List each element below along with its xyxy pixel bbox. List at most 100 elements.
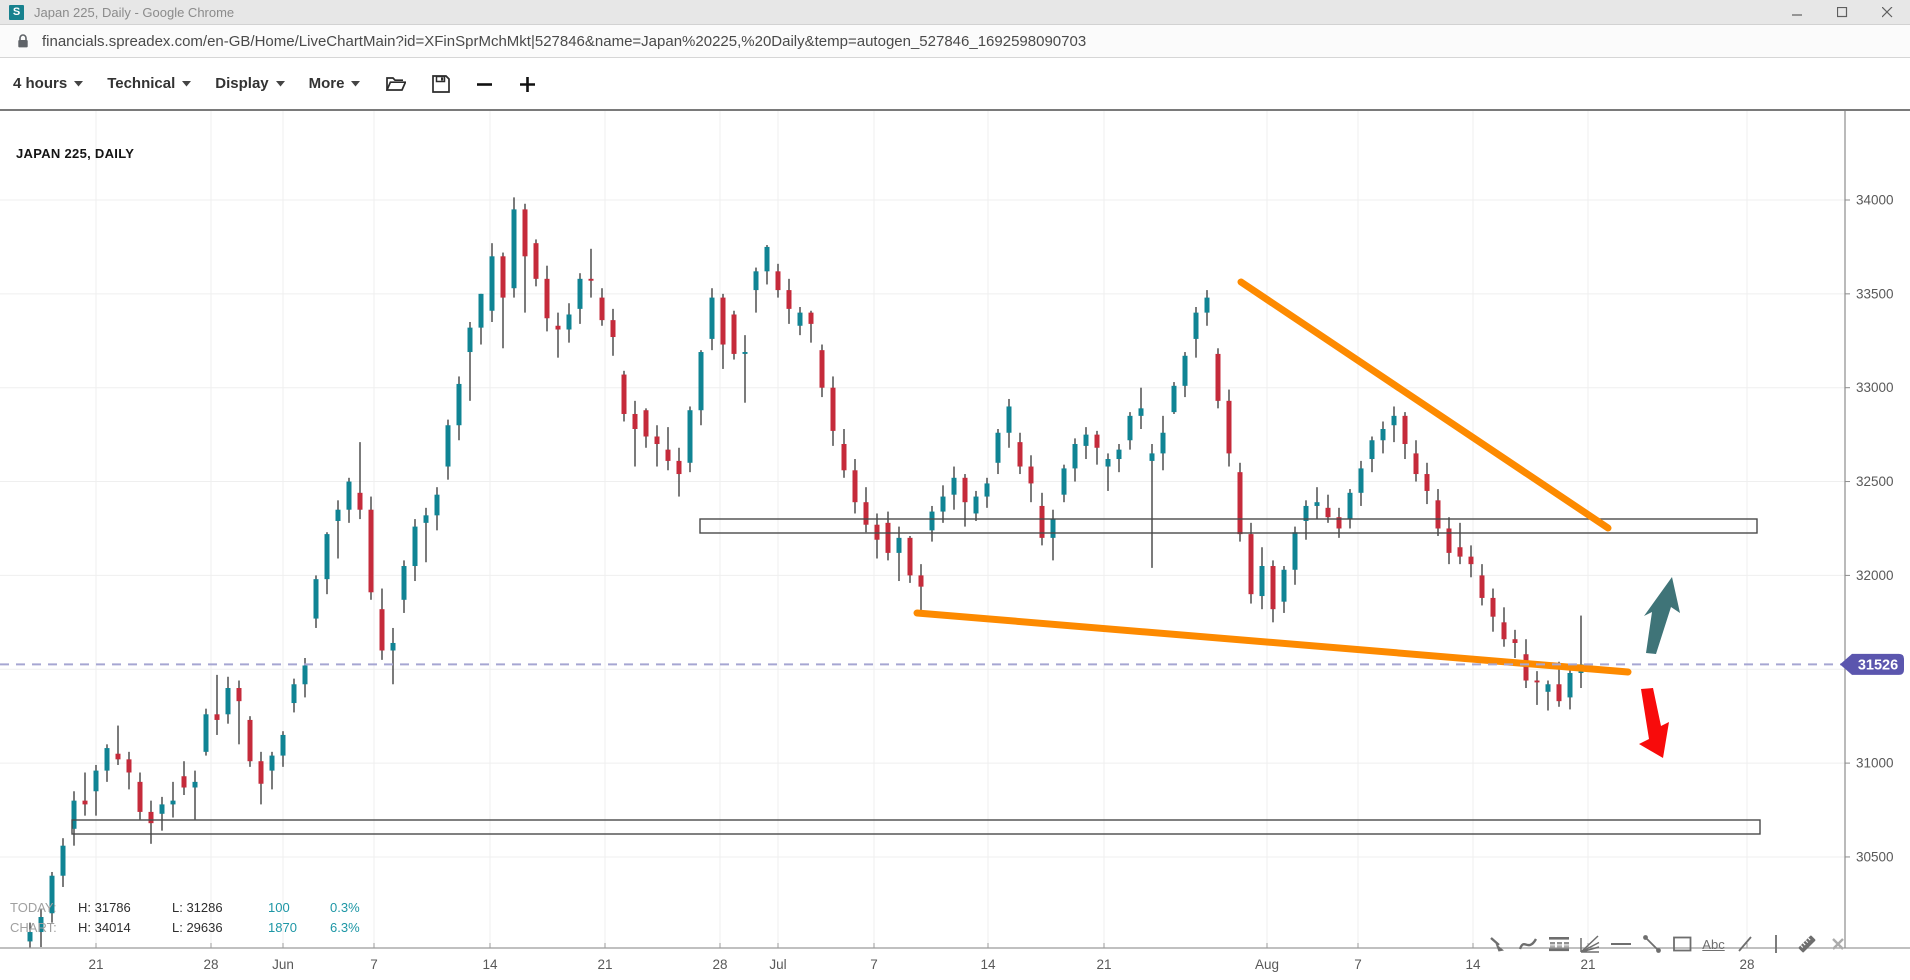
url-text[interactable]: financials.spreadex.com/en-GB/Home/LiveC…	[42, 33, 1086, 50]
today-stats-row: TODAY:H: 31786L: 312861000.3%	[10, 898, 360, 918]
svg-text:32500: 32500	[1856, 474, 1894, 489]
pointer-arrow-icon	[1487, 934, 1507, 954]
open-folder-icon	[386, 75, 406, 92]
technical-dropdown[interactable]: Technical	[107, 75, 191, 92]
more-dropdown[interactable]: More	[309, 75, 361, 92]
fan-lines-icon	[1579, 934, 1600, 954]
vertical-line-tool[interactable]	[1765, 933, 1786, 955]
chart-title: JAPAN 225, DAILY	[16, 146, 134, 161]
close-x-icon	[1829, 935, 1847, 953]
spreadex-app-icon: S	[9, 5, 24, 20]
display-dropdown[interactable]: Display	[215, 75, 284, 92]
svg-text:31526: 31526	[1858, 657, 1898, 673]
curve-tool[interactable]	[1517, 933, 1538, 955]
browser-window: 2128Jun7142128Jul71421Aug714212834000335…	[0, 0, 1910, 980]
more-label: More	[309, 75, 345, 92]
zoom-out-button[interactable]	[476, 75, 493, 93]
chart-range: 1870	[268, 918, 330, 938]
text-tool-label: Abc	[1702, 937, 1724, 952]
zoom-in-button[interactable]	[519, 75, 536, 93]
svg-text:31000: 31000	[1856, 756, 1894, 771]
save-chart-button[interactable]	[432, 75, 450, 93]
svg-text:21: 21	[597, 957, 612, 972]
vertical-line-icon	[1766, 933, 1786, 955]
ohlc-bars-layer	[28, 197, 1584, 958]
svg-text:28: 28	[712, 957, 727, 972]
fan-lines-tool[interactable]	[1579, 933, 1600, 955]
trend-line-tool[interactable]	[1641, 933, 1662, 955]
save-floppy-icon	[432, 75, 450, 93]
svg-text:34000: 34000	[1856, 193, 1894, 208]
window-titlebar: S Japan 225, Daily - Google Chrome	[0, 0, 1910, 25]
price-stats: TODAY:H: 31786L: 312861000.3% CHART:H: 3…	[10, 898, 360, 938]
chart-low: L: 29636	[172, 918, 268, 938]
minimize-icon	[1792, 7, 1803, 18]
gridlines	[0, 111, 1845, 948]
technical-label: Technical	[107, 75, 175, 92]
chevron-down-icon	[276, 81, 285, 87]
today-change: 100	[268, 898, 330, 918]
rectangle-tool[interactable]	[1672, 933, 1693, 955]
minimize-button[interactable]	[1775, 0, 1820, 24]
ruler-tool[interactable]	[1796, 933, 1817, 955]
svg-text:28: 28	[203, 957, 218, 972]
svg-text:28: 28	[1739, 957, 1754, 972]
today-high: H: 31786	[78, 898, 172, 918]
grid-tool[interactable]	[1548, 933, 1569, 955]
maximize-icon	[1837, 7, 1848, 18]
today-low: L: 31286	[172, 898, 268, 918]
horizontal-line-icon	[1610, 934, 1631, 954]
support-zone[interactable]	[72, 820, 1760, 834]
svg-text:7: 7	[870, 957, 878, 972]
lock-icon[interactable]	[16, 33, 30, 49]
svg-text:Jun: Jun	[272, 957, 294, 972]
diagonal-line-tool[interactable]	[1734, 933, 1755, 955]
horizontal-line-tool[interactable]	[1610, 933, 1631, 955]
today-change-pct: 0.3%	[330, 898, 360, 918]
plot-area[interactable]	[0, 197, 1845, 958]
svg-text:33500: 33500	[1856, 286, 1894, 301]
window-title: Japan 225, Daily - Google Chrome	[34, 5, 234, 20]
grid-icon	[1548, 934, 1569, 954]
close-button[interactable]	[1865, 0, 1910, 24]
svg-text:21: 21	[88, 957, 103, 972]
text-tool[interactable]: Abc	[1703, 933, 1724, 955]
up-scenario-arrow[interactable]	[1644, 577, 1680, 654]
ruler-icon	[1796, 933, 1817, 955]
svg-text:7: 7	[1354, 957, 1362, 972]
price-chart[interactable]: 2128Jun7142128Jul71421Aug714212834000335…	[0, 0, 1910, 980]
chevron-down-icon	[74, 81, 83, 87]
timeframe-dropdown[interactable]: 4 hours	[13, 75, 83, 92]
svg-text:33000: 33000	[1856, 380, 1894, 395]
svg-text:32000: 32000	[1856, 568, 1894, 583]
display-label: Display	[215, 75, 268, 92]
svg-text:30500: 30500	[1856, 849, 1894, 864]
minus-icon	[476, 75, 493, 93]
current-price-badge: 31526	[1840, 654, 1904, 675]
chart-stats-row: CHART:H: 34014L: 2963618706.3%	[10, 918, 360, 938]
pointer-tool[interactable]	[1486, 933, 1507, 955]
trend-line-icon	[1641, 933, 1662, 955]
upper-falling-trendline[interactable]	[1241, 282, 1608, 528]
chart-label: CHART:	[10, 918, 78, 938]
axes: 2128Jun7142128Jul71421Aug714212834000335…	[0, 111, 1910, 972]
today-label: TODAY:	[10, 898, 78, 918]
chart-high: H: 34014	[78, 918, 172, 938]
svg-text:Jul: Jul	[769, 957, 786, 972]
maximize-button[interactable]	[1820, 0, 1865, 24]
curve-icon	[1518, 934, 1538, 954]
rectangle-icon	[1672, 934, 1693, 954]
address-bar: financials.spreadex.com/en-GB/Home/LiveC…	[0, 25, 1910, 58]
svg-text:14: 14	[980, 957, 996, 972]
drawing-toolbar: Abc	[1486, 933, 1848, 955]
down-scenario-arrow[interactable]	[1639, 688, 1669, 758]
chevron-down-icon	[351, 81, 360, 87]
plus-icon	[519, 75, 536, 93]
chevron-down-icon	[182, 81, 191, 87]
svg-text:21: 21	[1580, 957, 1595, 972]
close-icon	[1882, 7, 1893, 18]
timeframe-label: 4 hours	[13, 75, 67, 92]
svg-text:7: 7	[370, 957, 378, 972]
delete-drawing-tool[interactable]	[1827, 933, 1848, 955]
open-chart-button[interactable]	[386, 75, 406, 92]
